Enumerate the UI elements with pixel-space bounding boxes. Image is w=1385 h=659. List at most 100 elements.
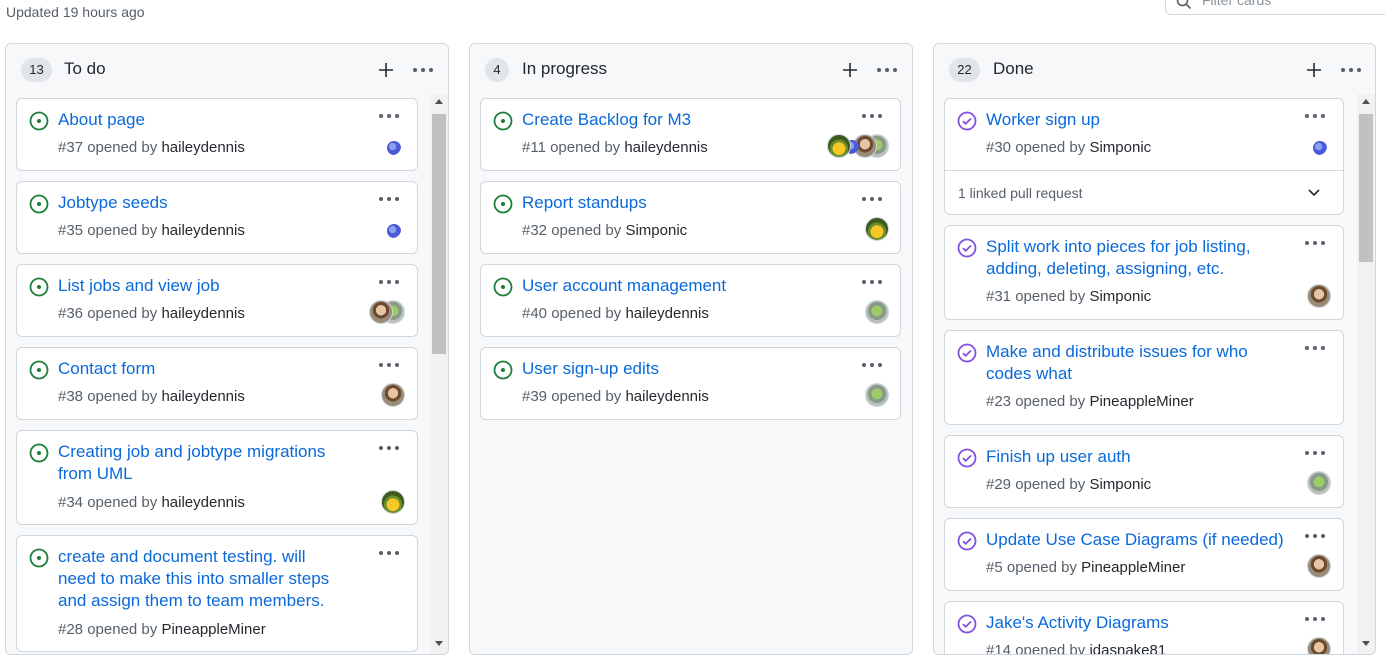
issue-title[interactable]: Worker sign up bbox=[986, 109, 1100, 131]
issue-open-icon bbox=[493, 111, 513, 131]
search-icon bbox=[1176, 0, 1192, 18]
avatar bbox=[827, 134, 851, 158]
issue-card[interactable]: User sign-up edits #39 opened by haileyd… bbox=[480, 347, 901, 420]
issue-meta: #11 opened by haileydennis bbox=[522, 139, 708, 156]
issue-card[interactable]: create and document testing. will need to… bbox=[16, 535, 418, 652]
issue-card[interactable]: Contact form #38 opened by haileydennis bbox=[16, 347, 418, 420]
card-menu-icon[interactable] bbox=[377, 360, 401, 370]
column-in-progress: 4 In progress Create Backlog for M3 #11 … bbox=[469, 43, 913, 655]
issue-title[interactable]: Jobtype seeds bbox=[58, 192, 168, 214]
card-menu-icon[interactable] bbox=[377, 548, 401, 558]
issue-meta: #5 opened by PineappleMiner bbox=[986, 559, 1186, 576]
column-title: In progress bbox=[522, 59, 608, 78]
plus-icon bbox=[843, 63, 857, 77]
column-header: 4 In progress bbox=[470, 44, 912, 96]
issue-open-icon bbox=[29, 111, 49, 131]
card-menu-icon[interactable] bbox=[1303, 111, 1327, 121]
issue-title[interactable]: Update Use Case Diagrams (if needed) bbox=[986, 529, 1284, 551]
issue-title[interactable]: List jobs and view job bbox=[58, 275, 220, 297]
kebab-icon bbox=[877, 68, 897, 72]
card-menu-icon[interactable] bbox=[1303, 343, 1327, 353]
card-menu-icon[interactable] bbox=[377, 194, 401, 204]
card-menu-icon[interactable] bbox=[860, 360, 884, 370]
scroll-down-arrow[interactable] bbox=[1362, 641, 1370, 646]
avatar bbox=[381, 383, 405, 407]
column-todo: 13 To do About page #37 opened by hailey… bbox=[5, 43, 449, 655]
column-count: 13 bbox=[21, 58, 52, 82]
issue-card[interactable]: Make and distribute issues for who codes … bbox=[944, 330, 1344, 425]
scroll-up-arrow[interactable] bbox=[435, 99, 443, 104]
issue-card[interactable]: Jobtype seeds #35 opened by haileydennis bbox=[16, 181, 418, 254]
issue-meta: #35 opened by haileydennis bbox=[58, 222, 245, 239]
issue-title[interactable]: Make and distribute issues for who codes … bbox=[986, 341, 1248, 385]
issue-title[interactable]: Split work into pieces for job listing, a… bbox=[986, 236, 1251, 280]
linked-pull-request-toggle[interactable]: 1 linked pull request bbox=[945, 170, 1343, 216]
column-title: To do bbox=[64, 59, 106, 78]
issue-card[interactable]: Create Backlog for M3 #11 opened by hail… bbox=[480, 98, 901, 171]
issue-title[interactable]: Create Backlog for M3 bbox=[522, 109, 691, 131]
issue-card[interactable]: Split work into pieces for job listing, a… bbox=[944, 225, 1344, 320]
issue-title[interactable]: User account management bbox=[522, 275, 726, 297]
column-done: 22 Done Worker sign up #30 opened by Sim… bbox=[933, 43, 1376, 655]
issue-meta: #38 opened by haileydennis bbox=[58, 388, 245, 405]
issue-closed-icon bbox=[957, 531, 977, 551]
scroll-down-arrow[interactable] bbox=[435, 641, 443, 646]
issue-card[interactable]: User account management #40 opened by ha… bbox=[480, 264, 901, 337]
avatar bbox=[369, 300, 393, 324]
issue-card[interactable]: Finish up user auth #29 opened by Simpon… bbox=[944, 435, 1344, 508]
column-menu-button[interactable] bbox=[875, 58, 899, 82]
issue-title[interactable]: Report standups bbox=[522, 192, 647, 214]
issue-title[interactable]: About page bbox=[58, 109, 145, 131]
scrollbar[interactable] bbox=[430, 94, 448, 654]
issue-meta: #40 opened by haileydennis bbox=[522, 305, 709, 322]
scroll-thumb[interactable] bbox=[432, 114, 446, 354]
card-menu-icon[interactable] bbox=[377, 111, 401, 121]
add-card-button[interactable] bbox=[1302, 58, 1326, 82]
card-menu-icon[interactable] bbox=[860, 277, 884, 287]
issue-meta: #37 opened by haileydennis bbox=[58, 139, 245, 156]
issue-card[interactable]: About page #37 opened by haileydennis bbox=[16, 98, 418, 171]
issue-card[interactable]: Update Use Case Diagrams (if needed) #5 … bbox=[944, 518, 1344, 591]
add-card-button[interactable] bbox=[374, 58, 398, 82]
issue-card[interactable]: Worker sign up #30 opened by Simponic 1 … bbox=[944, 98, 1344, 215]
filter-cards-input[interactable]: Filter cards bbox=[1165, 0, 1385, 15]
issue-open-icon bbox=[29, 443, 49, 463]
column-count: 4 bbox=[485, 58, 509, 82]
issue-card[interactable]: Jake's Activity Diagrams #14 opened by i… bbox=[944, 601, 1344, 654]
scroll-up-arrow[interactable] bbox=[1362, 99, 1370, 104]
issue-card[interactable]: Creating job and jobtype migrations from … bbox=[16, 430, 418, 525]
issue-meta: #36 opened by haileydennis bbox=[58, 305, 245, 322]
issue-meta: #29 opened by Simponic bbox=[986, 476, 1152, 493]
avatar bbox=[1307, 471, 1331, 495]
issue-closed-icon bbox=[957, 111, 977, 131]
card-menu-icon[interactable] bbox=[377, 277, 401, 287]
avatar bbox=[387, 224, 401, 238]
avatar bbox=[865, 217, 889, 241]
card-menu-icon[interactable] bbox=[860, 194, 884, 204]
issue-card[interactable]: Report standups #32 opened by Simponic bbox=[480, 181, 901, 254]
column-menu-button[interactable] bbox=[1339, 58, 1363, 82]
avatar bbox=[1307, 284, 1331, 308]
issue-open-icon bbox=[29, 194, 49, 214]
scroll-thumb[interactable] bbox=[1359, 114, 1373, 262]
card-menu-icon[interactable] bbox=[1303, 531, 1327, 541]
issue-open-icon bbox=[493, 277, 513, 297]
issue-title[interactable]: User sign-up edits bbox=[522, 358, 659, 380]
issue-title[interactable]: Jake's Activity Diagrams bbox=[986, 612, 1169, 634]
column-menu-button[interactable] bbox=[411, 58, 435, 82]
card-menu-icon[interactable] bbox=[1303, 614, 1327, 624]
issue-title[interactable]: Finish up user auth bbox=[986, 446, 1131, 468]
linked-pr-label: 1 linked pull request bbox=[958, 185, 1083, 201]
issue-title[interactable]: Contact form bbox=[58, 358, 155, 380]
issue-title[interactable]: create and document testing. will need to… bbox=[58, 546, 329, 612]
column-title: Done bbox=[993, 59, 1034, 78]
issue-card[interactable]: List jobs and view job #36 opened by hai… bbox=[16, 264, 418, 337]
card-menu-icon[interactable] bbox=[1303, 238, 1327, 248]
plus-icon bbox=[1307, 63, 1321, 77]
issue-title[interactable]: Creating job and jobtype migrations from … bbox=[58, 441, 325, 485]
card-menu-icon[interactable] bbox=[860, 111, 884, 121]
scrollbar[interactable] bbox=[1357, 94, 1375, 654]
card-menu-icon[interactable] bbox=[1303, 448, 1327, 458]
add-card-button[interactable] bbox=[838, 58, 862, 82]
card-menu-icon[interactable] bbox=[377, 443, 401, 453]
